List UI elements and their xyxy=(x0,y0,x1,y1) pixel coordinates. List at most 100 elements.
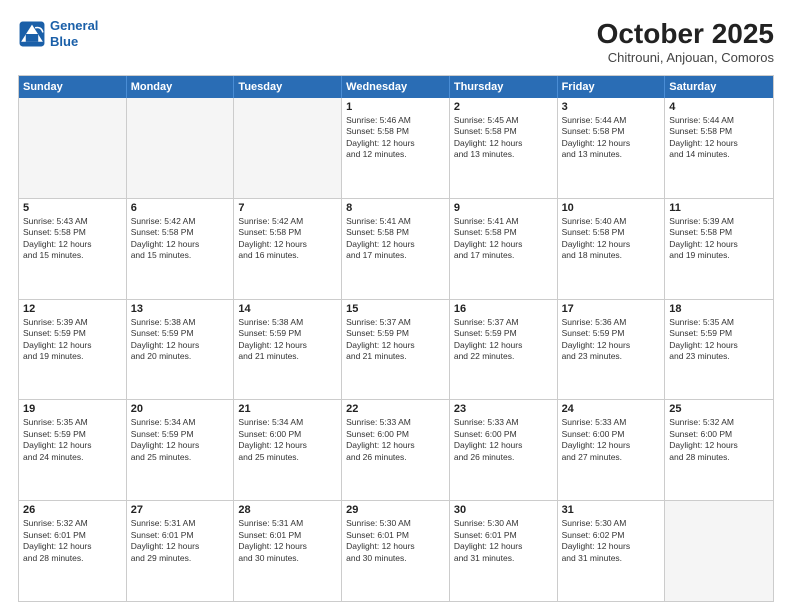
day-info: Sunrise: 5:44 AM Sunset: 5:58 PM Dayligh… xyxy=(669,115,769,161)
day-info: Sunrise: 5:35 AM Sunset: 5:59 PM Dayligh… xyxy=(669,317,769,363)
day-info: Sunrise: 5:42 AM Sunset: 5:58 PM Dayligh… xyxy=(238,216,337,262)
day-number: 23 xyxy=(454,403,553,415)
calendar-day-16: 16 Sunrise: 5:37 AM Sunset: 5:59 PM Dayli… xyxy=(450,300,558,400)
day-info: Sunrise: 5:34 AM Sunset: 5:59 PM Dayligh… xyxy=(131,417,230,463)
calendar-row-4: 26Sunrise: 5:32 AM Sunset: 6:01 PM Dayli… xyxy=(19,500,773,601)
calendar-row-1: 5 Sunrise: 5:43 AM Sunset: 5:58 PM Daylig… xyxy=(19,198,773,299)
day-info: Sunrise: 5:37 AM Sunset: 5:59 PM Dayligh… xyxy=(454,317,553,363)
calendar-row-3: 19Sunrise: 5:35 AM Sunset: 5:59 PM Dayli… xyxy=(19,399,773,500)
day-info: Sunrise: 5:43 AM Sunset: 5:58 PM Dayligh… xyxy=(23,216,122,262)
day-number: 3 xyxy=(562,101,661,113)
day-number: 8 xyxy=(346,202,445,214)
calendar-day-3: 3Sunrise: 5:44 AM Sunset: 5:58 PM Daylig… xyxy=(558,98,666,198)
day-info: Sunrise: 5:41 AM Sunset: 5:58 PM Dayligh… xyxy=(454,216,553,262)
day-number: 15 xyxy=(346,303,445,315)
day-number: 16 xyxy=(454,303,553,315)
day-number: 22 xyxy=(346,403,445,415)
calendar-day-21: 21 Sunrise: 5:34 AM Sunset: 6:00 PM Dayli… xyxy=(234,400,342,500)
logo-text: General Blue xyxy=(50,18,98,49)
month-title: October 2025 xyxy=(597,18,774,50)
calendar-header-tuesday: Tuesday xyxy=(234,76,342,98)
calendar-header-monday: Monday xyxy=(127,76,235,98)
day-info: Sunrise: 5:33 AM Sunset: 6:00 PM Dayligh… xyxy=(454,417,553,463)
day-number: 29 xyxy=(346,504,445,516)
calendar-day-20: 20Sunrise: 5:34 AM Sunset: 5:59 PM Dayli… xyxy=(127,400,235,500)
day-info: Sunrise: 5:30 AM Sunset: 6:01 PM Dayligh… xyxy=(454,518,553,564)
calendar-day-7: 7Sunrise: 5:42 AM Sunset: 5:58 PM Daylig… xyxy=(234,199,342,299)
calendar-day-29: 29 Sunrise: 5:30 AM Sunset: 6:01 PM Dayli… xyxy=(342,501,450,601)
day-number: 18 xyxy=(669,303,769,315)
day-number: 2 xyxy=(454,101,553,113)
day-info: Sunrise: 5:37 AM Sunset: 5:59 PM Dayligh… xyxy=(346,317,445,363)
day-number: 21 xyxy=(238,403,337,415)
calendar-empty-cell xyxy=(19,98,127,198)
calendar-empty-cell xyxy=(665,501,773,601)
logo-line2: Blue xyxy=(50,34,78,49)
calendar: SundayMondayTuesdayWednesdayThursdayFrid… xyxy=(18,75,774,602)
calendar-day-26: 26Sunrise: 5:32 AM Sunset: 6:01 PM Dayli… xyxy=(19,501,127,601)
day-number: 13 xyxy=(131,303,230,315)
day-number: 17 xyxy=(562,303,661,315)
calendar-day-2: 2 Sunrise: 5:45 AM Sunset: 5:58 PM Daylig… xyxy=(450,98,558,198)
day-info: Sunrise: 5:39 AM Sunset: 5:59 PM Dayligh… xyxy=(23,317,122,363)
day-info: Sunrise: 5:39 AM Sunset: 5:58 PM Dayligh… xyxy=(669,216,769,262)
calendar-day-19: 19Sunrise: 5:35 AM Sunset: 5:59 PM Dayli… xyxy=(19,400,127,500)
calendar-day-17: 17 Sunrise: 5:36 AM Sunset: 5:59 PM Dayli… xyxy=(558,300,666,400)
day-info: Sunrise: 5:45 AM Sunset: 5:58 PM Dayligh… xyxy=(454,115,553,161)
calendar-header-row: SundayMondayTuesdayWednesdayThursdayFrid… xyxy=(19,76,773,98)
day-info: Sunrise: 5:32 AM Sunset: 6:01 PM Dayligh… xyxy=(23,518,122,564)
logo-icon xyxy=(18,20,46,48)
day-info: Sunrise: 5:42 AM Sunset: 5:58 PM Dayligh… xyxy=(131,216,230,262)
day-number: 24 xyxy=(562,403,661,415)
calendar-day-15: 15 Sunrise: 5:37 AM Sunset: 5:59 PM Dayli… xyxy=(342,300,450,400)
day-number: 27 xyxy=(131,504,230,516)
day-number: 12 xyxy=(23,303,122,315)
day-number: 10 xyxy=(562,202,661,214)
day-number: 31 xyxy=(562,504,661,516)
calendar-day-24: 24 Sunrise: 5:33 AM Sunset: 6:00 PM Dayli… xyxy=(558,400,666,500)
day-info: Sunrise: 5:40 AM Sunset: 5:58 PM Dayligh… xyxy=(562,216,661,262)
day-number: 9 xyxy=(454,202,553,214)
day-info: Sunrise: 5:33 AM Sunset: 6:00 PM Dayligh… xyxy=(562,417,661,463)
calendar-header-friday: Friday xyxy=(558,76,666,98)
day-info: Sunrise: 5:31 AM Sunset: 6:01 PM Dayligh… xyxy=(238,518,337,564)
day-number: 28 xyxy=(238,504,337,516)
calendar-day-5: 5 Sunrise: 5:43 AM Sunset: 5:58 PM Daylig… xyxy=(19,199,127,299)
day-number: 14 xyxy=(238,303,337,315)
calendar-header-thursday: Thursday xyxy=(450,76,558,98)
day-info: Sunrise: 5:34 AM Sunset: 6:00 PM Dayligh… xyxy=(238,417,337,463)
calendar-day-9: 9 Sunrise: 5:41 AM Sunset: 5:58 PM Daylig… xyxy=(450,199,558,299)
day-info: Sunrise: 5:38 AM Sunset: 5:59 PM Dayligh… xyxy=(131,317,230,363)
day-info: Sunrise: 5:46 AM Sunset: 5:58 PM Dayligh… xyxy=(346,115,445,161)
day-info: Sunrise: 5:32 AM Sunset: 6:00 PM Dayligh… xyxy=(669,417,769,463)
logo-line1: General xyxy=(50,18,98,33)
calendar-day-27: 27Sunrise: 5:31 AM Sunset: 6:01 PM Dayli… xyxy=(127,501,235,601)
calendar-day-6: 6 Sunrise: 5:42 AM Sunset: 5:58 PM Daylig… xyxy=(127,199,235,299)
title-block: October 2025 Chitrouni, Anjouan, Comoros xyxy=(597,18,774,65)
location: Chitrouni, Anjouan, Comoros xyxy=(597,50,774,65)
day-number: 19 xyxy=(23,403,122,415)
calendar-day-14: 14Sunrise: 5:38 AM Sunset: 5:59 PM Dayli… xyxy=(234,300,342,400)
calendar-day-1: 1Sunrise: 5:46 AM Sunset: 5:58 PM Daylig… xyxy=(342,98,450,198)
day-number: 5 xyxy=(23,202,122,214)
calendar-day-22: 22 Sunrise: 5:33 AM Sunset: 6:00 PM Dayli… xyxy=(342,400,450,500)
calendar-header-sunday: Sunday xyxy=(19,76,127,98)
day-info: Sunrise: 5:30 AM Sunset: 6:01 PM Dayligh… xyxy=(346,518,445,564)
day-info: Sunrise: 5:33 AM Sunset: 6:00 PM Dayligh… xyxy=(346,417,445,463)
calendar-day-10: 10 Sunrise: 5:40 AM Sunset: 5:58 PM Dayli… xyxy=(558,199,666,299)
calendar-body: 1Sunrise: 5:46 AM Sunset: 5:58 PM Daylig… xyxy=(19,98,773,601)
calendar-empty-cell xyxy=(127,98,235,198)
header: General Blue October 2025 Chitrouni, Anj… xyxy=(18,18,774,65)
day-number: 6 xyxy=(131,202,230,214)
calendar-day-23: 23 Sunrise: 5:33 AM Sunset: 6:00 PM Dayli… xyxy=(450,400,558,500)
calendar-day-25: 25Sunrise: 5:32 AM Sunset: 6:00 PM Dayli… xyxy=(665,400,773,500)
calendar-empty-cell xyxy=(234,98,342,198)
calendar-day-30: 30 Sunrise: 5:30 AM Sunset: 6:01 PM Dayli… xyxy=(450,501,558,601)
calendar-day-12: 12 Sunrise: 5:39 AM Sunset: 5:59 PM Dayli… xyxy=(19,300,127,400)
calendar-header-saturday: Saturday xyxy=(665,76,773,98)
calendar-day-11: 11Sunrise: 5:39 AM Sunset: 5:58 PM Dayli… xyxy=(665,199,773,299)
calendar-day-18: 18 Sunrise: 5:35 AM Sunset: 5:59 PM Dayli… xyxy=(665,300,773,400)
day-number: 30 xyxy=(454,504,553,516)
day-info: Sunrise: 5:36 AM Sunset: 5:59 PM Dayligh… xyxy=(562,317,661,363)
calendar-row-0: 1Sunrise: 5:46 AM Sunset: 5:58 PM Daylig… xyxy=(19,98,773,198)
